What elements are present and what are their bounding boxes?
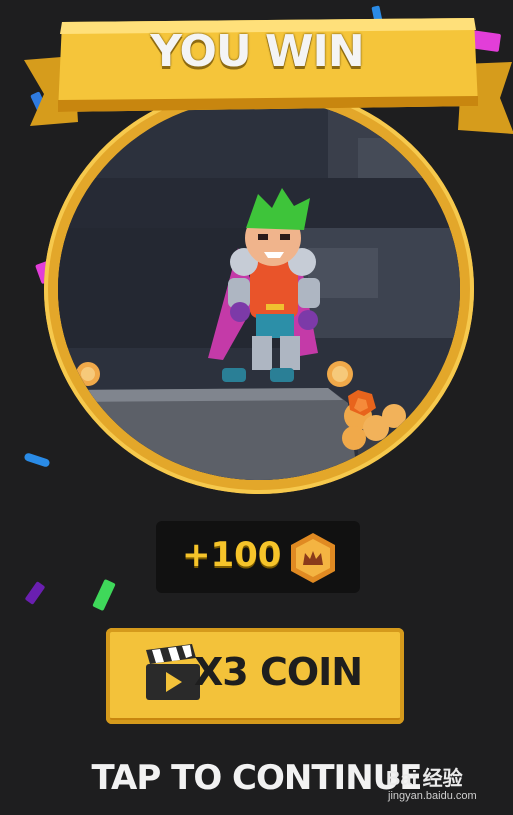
confetti-piece — [92, 578, 116, 612]
confetti-piece — [23, 452, 51, 468]
scene-illustration — [58, 98, 460, 480]
watermark: Bai 经验 jingyan.baidu.com — [380, 762, 510, 812]
watermark-brand: Bai 经验 — [386, 768, 463, 790]
you-win-banner: YOU WIN — [24, 16, 513, 134]
confetti-piece — [24, 581, 46, 605]
x3-coin-button[interactable]: X3 COIN — [106, 628, 404, 724]
reward-display: +100 — [156, 521, 360, 593]
watermark-site: jingyan.baidu.com — [388, 790, 477, 802]
victory-scene — [58, 98, 460, 480]
x3-coin-label: X3 COIN — [194, 650, 363, 694]
banner-title: YOU WIN — [150, 26, 364, 77]
crown-coin-icon — [291, 533, 335, 583]
reward-amount: +100 — [182, 535, 282, 575]
